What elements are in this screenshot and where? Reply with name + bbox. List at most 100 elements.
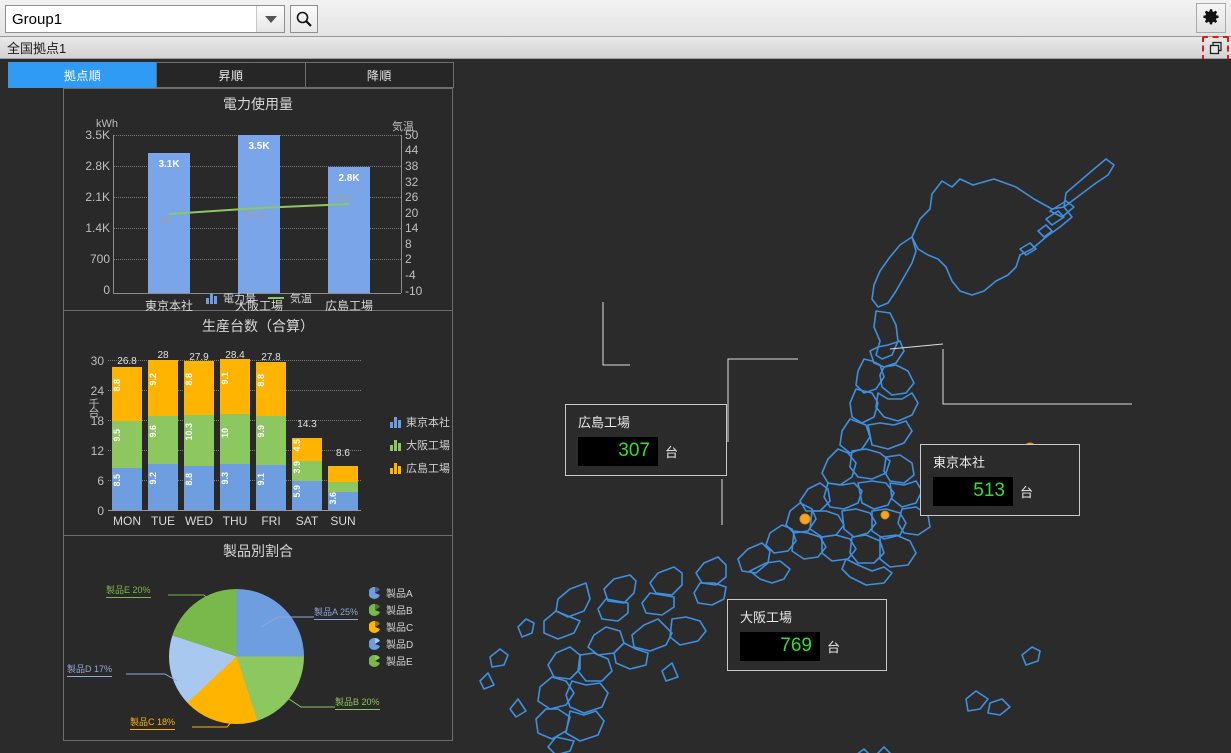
chart2-segment-tokyo[interactable]: 8.5 <box>112 468 142 510</box>
chart2-segment-osaka[interactable]: 9.6 <box>148 416 178 464</box>
chart2-legend-label: 東京本社 <box>406 414 450 430</box>
pie-slice-label-a: 製品A 25% <box>314 605 358 620</box>
settings-button[interactable] <box>1196 3 1226 33</box>
chart2-segment-hiroshima[interactable]: 8.8 <box>112 367 142 421</box>
chart3-legend-label: 製品A <box>386 585 413 600</box>
search-icon <box>295 10 313 28</box>
chart2-title: 生産台数（合算） <box>64 311 452 336</box>
line-legend-icon <box>268 297 284 299</box>
chart1-y2tick: 38 <box>405 159 418 173</box>
callout-unit: 台 <box>1020 482 1033 501</box>
chart1-y2tick: -4 <box>405 268 416 282</box>
chart2-segment-hiroshima[interactable]: 8.8 <box>184 361 214 415</box>
chart1-legend-label[interactable]: 電力量 <box>223 290 256 306</box>
pie-slice-label-b: 製品B 20% <box>335 695 380 710</box>
restore-window-button[interactable] <box>1206 39 1225 57</box>
chart2-segment-tokyo[interactable]: 9.2 <box>148 464 178 510</box>
chart2-segment-hiroshima[interactable]: 8.8 <box>256 362 286 416</box>
pie-slice-label-e: 製品E 20% <box>106 583 151 598</box>
legend-item[interactable]: 製品B <box>369 602 413 617</box>
chart2-segment-hiroshima[interactable] <box>328 466 358 482</box>
map-marker-hiroshima <box>800 514 810 524</box>
group-select-value: Group1 <box>6 11 256 28</box>
callout-title: 広島工場 <box>578 412 716 431</box>
chart2-segment-hiroshima[interactable]: 9.2 <box>148 360 178 416</box>
japan-map-panel: 広島工場 307 台 東京本社 513 台 大阪工場 769 台 <box>460 59 1231 753</box>
legend-item[interactable]: 製品E <box>369 653 413 668</box>
chart2-total-label: 8.6 <box>311 448 375 459</box>
production-chart: 千台 30 24 18 12 6 0 26.8 <box>64 336 454 536</box>
tab-label: 降順 <box>367 67 392 84</box>
legend-item[interactable]: 広島工場 <box>390 460 450 476</box>
bar-chart-icon <box>206 293 217 304</box>
pie-chart-icon <box>369 621 381 633</box>
chart3-legend-label: 製品C <box>386 619 413 634</box>
tab-label: 昇順 <box>218 67 243 84</box>
chart1-temp-label: 23.6 <box>334 193 353 204</box>
legend-item[interactable]: 製品D <box>369 636 413 651</box>
group-select[interactable]: Group1 <box>5 5 285 33</box>
chart1-y2tick: 32 <box>405 175 418 189</box>
chart2-segment-osaka[interactable] <box>328 482 358 492</box>
left-panel: 拠点順 昇順 降順 電力使用量 kWh 気温 3.5K 2.8K 2.1K 1.… <box>8 62 453 747</box>
callout-osaka[interactable]: 大阪工場 769 台 <box>727 599 887 671</box>
tab-kyoten-jun[interactable]: 拠点順 <box>8 62 157 88</box>
callout-title: 東京本社 <box>933 452 1069 471</box>
breadcrumb-bar: 全国拠点1 <box>0 37 1231 59</box>
chart3-legend-label: 製品E <box>386 653 413 668</box>
callout-tokyo[interactable]: 東京本社 513 台 <box>920 444 1080 516</box>
chart3-legend-label: 製品B <box>386 602 413 617</box>
tab-ascending[interactable]: 昇順 <box>156 62 305 88</box>
legend-item[interactable]: 東京本社 <box>390 414 450 430</box>
main-content: 拠点順 昇順 降順 電力使用量 kWh 気温 3.5K 2.8K 2.1K 1.… <box>0 59 1231 753</box>
chart1-y2tick: 20 <box>405 206 418 220</box>
chart2-segment-osaka[interactable]: 10 <box>220 414 250 464</box>
legend-item[interactable]: 製品A <box>369 585 413 600</box>
chart2-segment-tokyo[interactable]: 3.6 <box>328 492 358 510</box>
search-button[interactable] <box>290 5 318 33</box>
chart1-legend: 電力量 気温 <box>64 290 454 306</box>
chart1-y2tick: 14 <box>405 221 418 235</box>
chart2-legend: 東京本社 大阪工場 広島工場 <box>390 414 450 483</box>
chart2-total-label: 14.3 <box>275 419 339 430</box>
chart2-legend-label: 広島工場 <box>406 460 450 476</box>
bar-chart-icon <box>390 417 401 428</box>
chart3-title: 製品別割合 <box>64 536 452 561</box>
callout-value: 513 <box>933 477 1013 506</box>
chart2-segment-tokyo[interactable]: 5.9 <box>292 481 322 510</box>
chart3-legend-label: 製品D <box>386 636 413 651</box>
power-usage-card: 電力使用量 kWh 気温 3.5K 2.8K 2.1K 1.4K 700 0 <box>63 88 453 311</box>
callout-hiroshima[interactable]: 広島工場 307 台 <box>565 404 727 476</box>
top-toolbar: Group1 <box>0 0 1231 37</box>
legend-item[interactable]: 大阪工場 <box>390 437 450 453</box>
legend-item[interactable]: 製品C <box>369 619 413 634</box>
pie-slice-label-c: 製品C 18% <box>130 715 175 730</box>
callout-value: 307 <box>578 437 658 466</box>
chart1-y2tick: 50 <box>405 128 418 142</box>
sort-tabs: 拠点順 昇順 降順 <box>8 62 453 88</box>
chart2-segment-tokyo[interactable]: 8.8 <box>184 466 214 510</box>
chart2-ytick: 12 <box>64 444 104 458</box>
callout-title: 大阪工場 <box>740 607 876 626</box>
chart2-segment-osaka[interactable]: 10.3 <box>184 415 214 466</box>
chart2-segment-osaka[interactable]: 9.5 <box>112 421 142 468</box>
chevron-down-icon[interactable] <box>256 6 284 32</box>
product-ratio-card: 製品別割合 製品A 25% 製品B 20% 製品C 18% 製品D 17% <box>63 536 453 741</box>
chart1-y2tick: 2 <box>405 252 412 266</box>
chart2-category-label: SUN <box>313 514 373 528</box>
production-card: 生産台数（合算） 千台 30 24 18 12 6 0 <box>63 311 453 536</box>
chart2-ytick: 24 <box>64 384 104 398</box>
chart3-legend: 製品A 製品B 製品C 製品D <box>369 585 413 670</box>
chart1-title: 電力使用量 <box>64 89 452 114</box>
breadcrumb[interactable]: 全国拠点1 <box>0 38 66 57</box>
chart2-segment-tokyo[interactable]: 9.3 <box>220 464 250 510</box>
chart1-legend-label[interactable]: 気温 <box>290 290 312 306</box>
chart2-segment-hiroshima[interactable]: 9.1 <box>220 359 250 414</box>
chart2-segment-tokyo[interactable]: 9.1 <box>256 465 286 510</box>
callout-unit: 台 <box>665 442 678 461</box>
pie-chart-icon <box>369 587 381 599</box>
chart2-x-axis <box>108 510 361 511</box>
tab-descending[interactable]: 降順 <box>305 62 454 88</box>
chart2-segment-osaka[interactable]: 3.9 <box>292 461 322 481</box>
chart1-y2tick: 44 <box>405 143 418 157</box>
